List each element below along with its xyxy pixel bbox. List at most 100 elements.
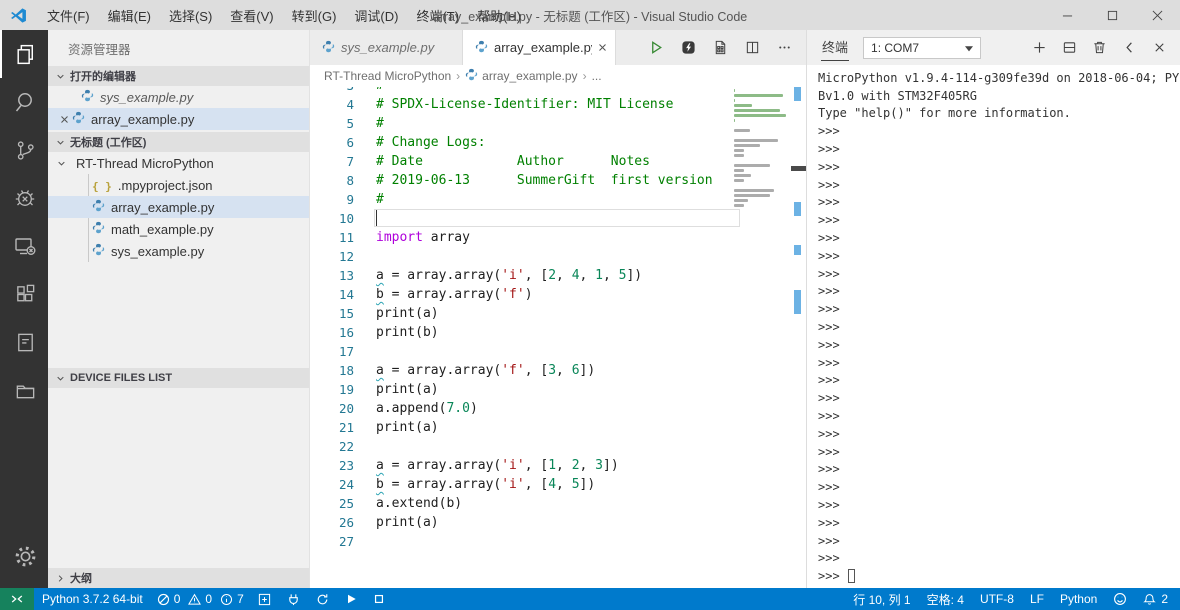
menu-item[interactable]: 文件(F) xyxy=(38,0,99,30)
notifications-bell[interactable]: 2 xyxy=(1135,588,1176,610)
encoding[interactable]: UTF-8 xyxy=(972,588,1022,610)
workspace-header[interactable]: 无标题 (工作区) xyxy=(48,132,309,152)
code-line[interactable]: 21 print(a) xyxy=(310,418,806,437)
chevron-left-button[interactable] xyxy=(1122,40,1137,55)
code-line[interactable]: 11 import array xyxy=(310,228,806,247)
menu-item[interactable]: 调试(D) xyxy=(345,0,407,30)
open-editors-header[interactable]: 打开的编辑器 xyxy=(48,66,309,86)
file-item[interactable]: math_example.py xyxy=(48,218,309,240)
new-terminal-button[interactable] xyxy=(1032,40,1047,55)
breadcrumb[interactable]: RT-Thread MicroPython › array_example.py ›.… xyxy=(310,65,806,87)
file-item[interactable]: { } .mpyproject.json xyxy=(48,174,309,196)
sidebar-title: 资源管理器 xyxy=(68,42,131,57)
kill-terminal-button[interactable] xyxy=(1092,40,1107,55)
stop-button[interactable] xyxy=(365,588,393,610)
problems-status[interactable]: 0 0 7 xyxy=(151,588,250,610)
minimap[interactable] xyxy=(732,89,792,214)
code-line[interactable]: 4 # SPDX-License-Identifier: MIT License xyxy=(310,95,806,114)
activity-settings[interactable] xyxy=(0,532,48,580)
code-line[interactable]: 25 a.extend(b) xyxy=(310,494,806,513)
menu-item[interactable]: 帮助(H) xyxy=(468,0,530,30)
code-line[interactable]: 9 # xyxy=(310,190,806,209)
code-line[interactable]: 7 # Date Author Notes xyxy=(310,152,806,171)
code-line[interactable]: 5 # xyxy=(310,114,806,133)
folder-item[interactable]: RT-Thread MicroPython xyxy=(48,152,309,174)
run-button[interactable] xyxy=(337,588,365,610)
run-button[interactable] xyxy=(649,40,664,55)
open-editor-item[interactable]: array_example.py xyxy=(48,108,309,130)
code-line[interactable]: 20 a.append(7.0) xyxy=(310,399,806,418)
code-line[interactable]: 13 a = array.array('i', [2, 4, 1, 5]) xyxy=(310,266,806,285)
run-micropython-button[interactable] xyxy=(681,40,696,55)
code-text: # xyxy=(376,192,384,207)
code-line[interactable]: 19 print(a) xyxy=(310,380,806,399)
cursor-position[interactable]: 行 10, 列 1 xyxy=(845,588,918,610)
split-terminal-button[interactable] xyxy=(1062,40,1077,55)
close-icon[interactable] xyxy=(598,40,607,55)
breadcrumb-item[interactable]: ... xyxy=(592,69,602,83)
device-files-header[interactable]: DEVICE FILES LIST xyxy=(48,368,309,388)
eol-sequence[interactable]: LF xyxy=(1022,588,1052,610)
breadcrumb-item[interactable]: array_example.py xyxy=(465,68,578,84)
tab-array_example.py[interactable]: array_example.py xyxy=(463,30,616,65)
terminal-line: MicroPython v1.9.4-114-g309fe39d on 2018… xyxy=(818,70,1180,85)
tab-sys_example.py[interactable]: sys_example.py xyxy=(310,30,463,65)
language-mode[interactable]: Python xyxy=(1052,588,1105,610)
code-line[interactable]: 10 xyxy=(310,209,806,228)
minimize-icon[interactable] xyxy=(1045,0,1090,30)
menu-item[interactable]: 查看(V) xyxy=(221,0,282,30)
code-line[interactable]: 12 xyxy=(310,247,806,266)
code-line[interactable]: 22 xyxy=(310,437,806,456)
file-item[interactable]: array_example.py xyxy=(48,196,309,218)
code-line[interactable]: 24 b = array.array('i', [4, 5]) xyxy=(310,475,806,494)
activity-notes[interactable] xyxy=(0,318,48,366)
feedback-button[interactable] xyxy=(1105,588,1135,610)
menu-item[interactable]: 选择(S) xyxy=(160,0,221,30)
terminal-selector[interactable]: 1: COM7 xyxy=(863,36,982,59)
indentation[interactable]: 空格: 4 xyxy=(919,588,972,610)
sync-button[interactable] xyxy=(308,588,337,610)
tab-terminal[interactable]: 终端 xyxy=(821,35,850,61)
code-line[interactable]: 17 xyxy=(310,342,806,361)
code-line[interactable]: 26 print(a) xyxy=(310,513,806,532)
build-button[interactable] xyxy=(713,40,728,55)
split-editor-button[interactable] xyxy=(745,40,760,55)
activity-remote-device[interactable] xyxy=(0,222,48,270)
device-connect-button[interactable] xyxy=(279,588,308,610)
code-line[interactable]: 14 b = array.array('f') xyxy=(310,285,806,304)
menu-item[interactable]: 转到(G) xyxy=(283,0,346,30)
breadcrumb-item[interactable]: RT-Thread MicroPython xyxy=(324,69,451,83)
code-line[interactable]: 27 xyxy=(310,532,806,551)
activity-search[interactable] xyxy=(0,78,48,126)
open-editor-item[interactable]: sys_example.py xyxy=(48,86,309,108)
close-panel-button[interactable] xyxy=(1152,40,1167,55)
more-actions-button[interactable] xyxy=(777,40,792,55)
terminal-prompt-line: >>> xyxy=(818,391,840,406)
code-line[interactable]: 6 # Change Logs: xyxy=(310,133,806,152)
boxed-plus-button[interactable] xyxy=(250,588,279,610)
close-icon[interactable] xyxy=(1135,0,1180,30)
outline-header[interactable]: 大纲 xyxy=(48,568,309,588)
terminal-output[interactable]: MicroPython v1.9.4-114-g309fe39d on 2018… xyxy=(807,65,1180,588)
menu-item[interactable]: 编辑(E) xyxy=(99,0,160,30)
activity-explorer[interactable] xyxy=(0,30,48,78)
scrollbar-thumb[interactable] xyxy=(791,166,806,171)
code-line[interactable]: 23 a = array.array('i', [1, 2, 3]) xyxy=(310,456,806,475)
code-editor[interactable]: 3#4# SPDX-License-Identifier: MIT Licens… xyxy=(310,87,806,588)
close-icon[interactable] xyxy=(56,115,72,124)
code-line[interactable]: 8 # 2019-06-13 SummerGift first version xyxy=(310,171,806,190)
menu-item[interactable]: 终端(T) xyxy=(407,0,468,30)
code-line[interactable]: 15 print(a) xyxy=(310,304,806,323)
overview-ruler[interactable] xyxy=(791,87,806,588)
activity-extensions[interactable] xyxy=(0,270,48,318)
python-interpreter[interactable]: Python 3.7.2 64-bit xyxy=(34,588,151,610)
remote-indicator[interactable] xyxy=(0,588,34,610)
code-line[interactable]: 3# xyxy=(310,87,806,95)
maximize-icon[interactable] xyxy=(1090,0,1135,30)
activity-device-folder[interactable] xyxy=(0,366,48,414)
file-item[interactable]: sys_example.py xyxy=(48,240,309,262)
activity-debug[interactable] xyxy=(0,174,48,222)
activity-source-control[interactable] xyxy=(0,126,48,174)
code-line[interactable]: 16 print(b) xyxy=(310,323,806,342)
code-line[interactable]: 18 a = array.array('f', [3, 6]) xyxy=(310,361,806,380)
